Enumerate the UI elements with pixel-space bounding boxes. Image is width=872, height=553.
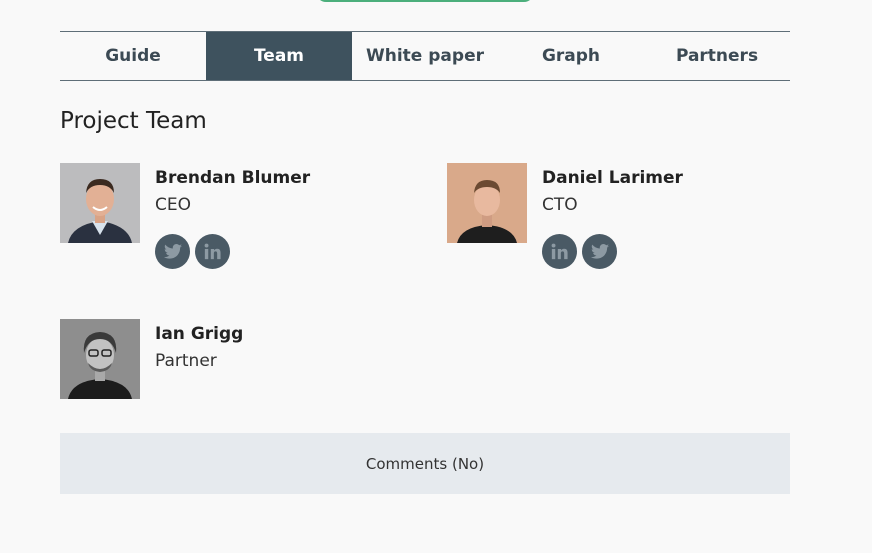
member-name: Daniel Larimer	[542, 168, 683, 188]
comments-button[interactable]: Comments (No)	[60, 433, 790, 494]
linkedin-icon[interactable]	[542, 234, 577, 269]
member-name: Brendan Blumer	[155, 168, 311, 188]
team-member-card: Daniel Larimer CTO	[447, 163, 683, 269]
team-member-card: Ian Grigg Partner	[60, 319, 243, 399]
member-role: CTO	[542, 195, 578, 215]
tab-white-paper[interactable]: White paper	[352, 32, 498, 80]
avatar	[60, 319, 140, 399]
tab-guide[interactable]: Guide	[60, 32, 206, 80]
tab-graph[interactable]: Graph	[498, 32, 644, 80]
tab-team[interactable]: Team	[206, 32, 352, 80]
member-name: Ian Grigg	[155, 324, 244, 344]
top-accent-button[interactable]	[316, 0, 534, 2]
tab-bar: Guide Team White paper Graph Partners	[60, 31, 790, 81]
twitter-icon[interactable]	[582, 234, 617, 269]
tab-partners[interactable]: Partners	[644, 32, 790, 80]
member-role: Partner	[155, 351, 217, 371]
avatar	[60, 163, 140, 243]
team-member-card: Brendan Blumer CEO	[60, 163, 310, 269]
avatar	[447, 163, 527, 243]
linkedin-icon[interactable]	[195, 234, 230, 269]
twitter-icon[interactable]	[155, 234, 190, 269]
section-title: Project Team	[60, 108, 207, 134]
member-role: CEO	[155, 195, 191, 215]
